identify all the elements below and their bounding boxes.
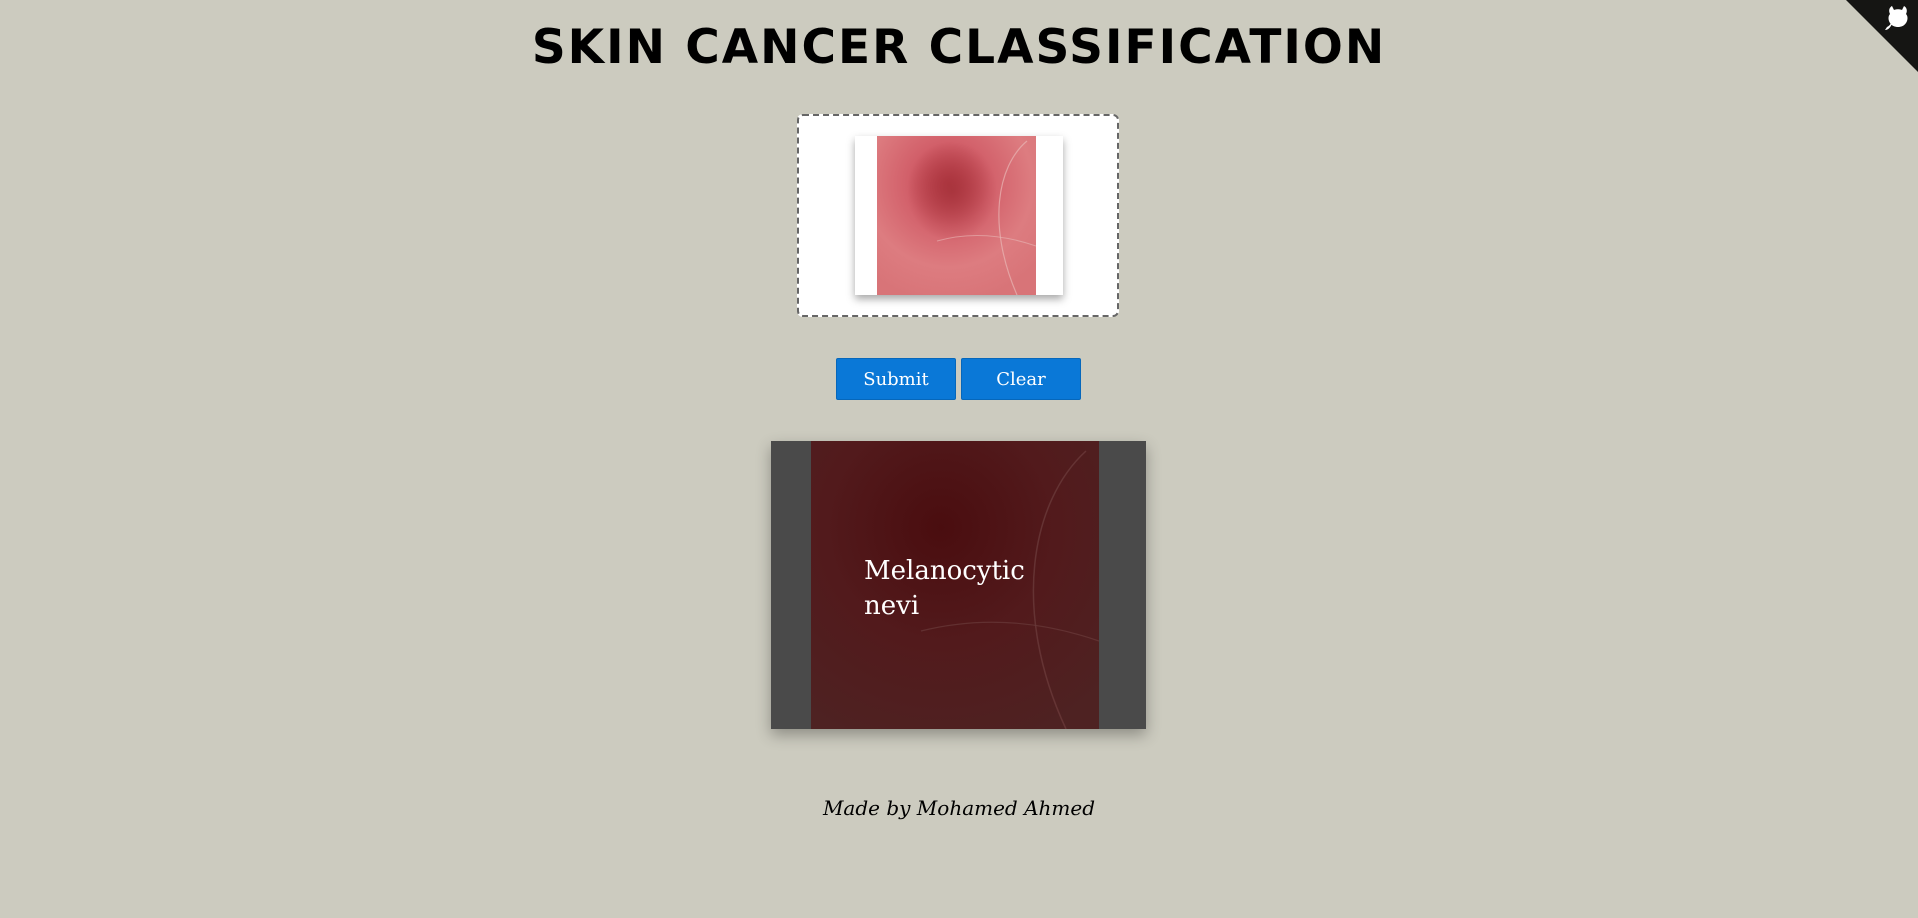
submit-button[interactable]: Submit: [836, 358, 956, 400]
prediction-line-2: nevi: [864, 591, 920, 621]
github-cat-icon: [1846, 0, 1918, 72]
prediction-label: Melanocytic nevi: [864, 554, 1064, 624]
footer-credit: Made by Mohamed Ahmed: [822, 796, 1096, 820]
skin-lesion-image: [877, 136, 1036, 295]
result-panel: Melanocytic nevi: [771, 441, 1146, 729]
page-title: SKIN CANCER CLASSIFICATION: [531, 20, 1387, 75]
prediction-line-1: Melanocytic: [864, 556, 1025, 586]
github-corner-link[interactable]: [1846, 0, 1918, 72]
image-upload-area[interactable]: [797, 114, 1119, 317]
image-preview: [855, 136, 1063, 295]
clear-button[interactable]: Clear: [961, 358, 1081, 400]
